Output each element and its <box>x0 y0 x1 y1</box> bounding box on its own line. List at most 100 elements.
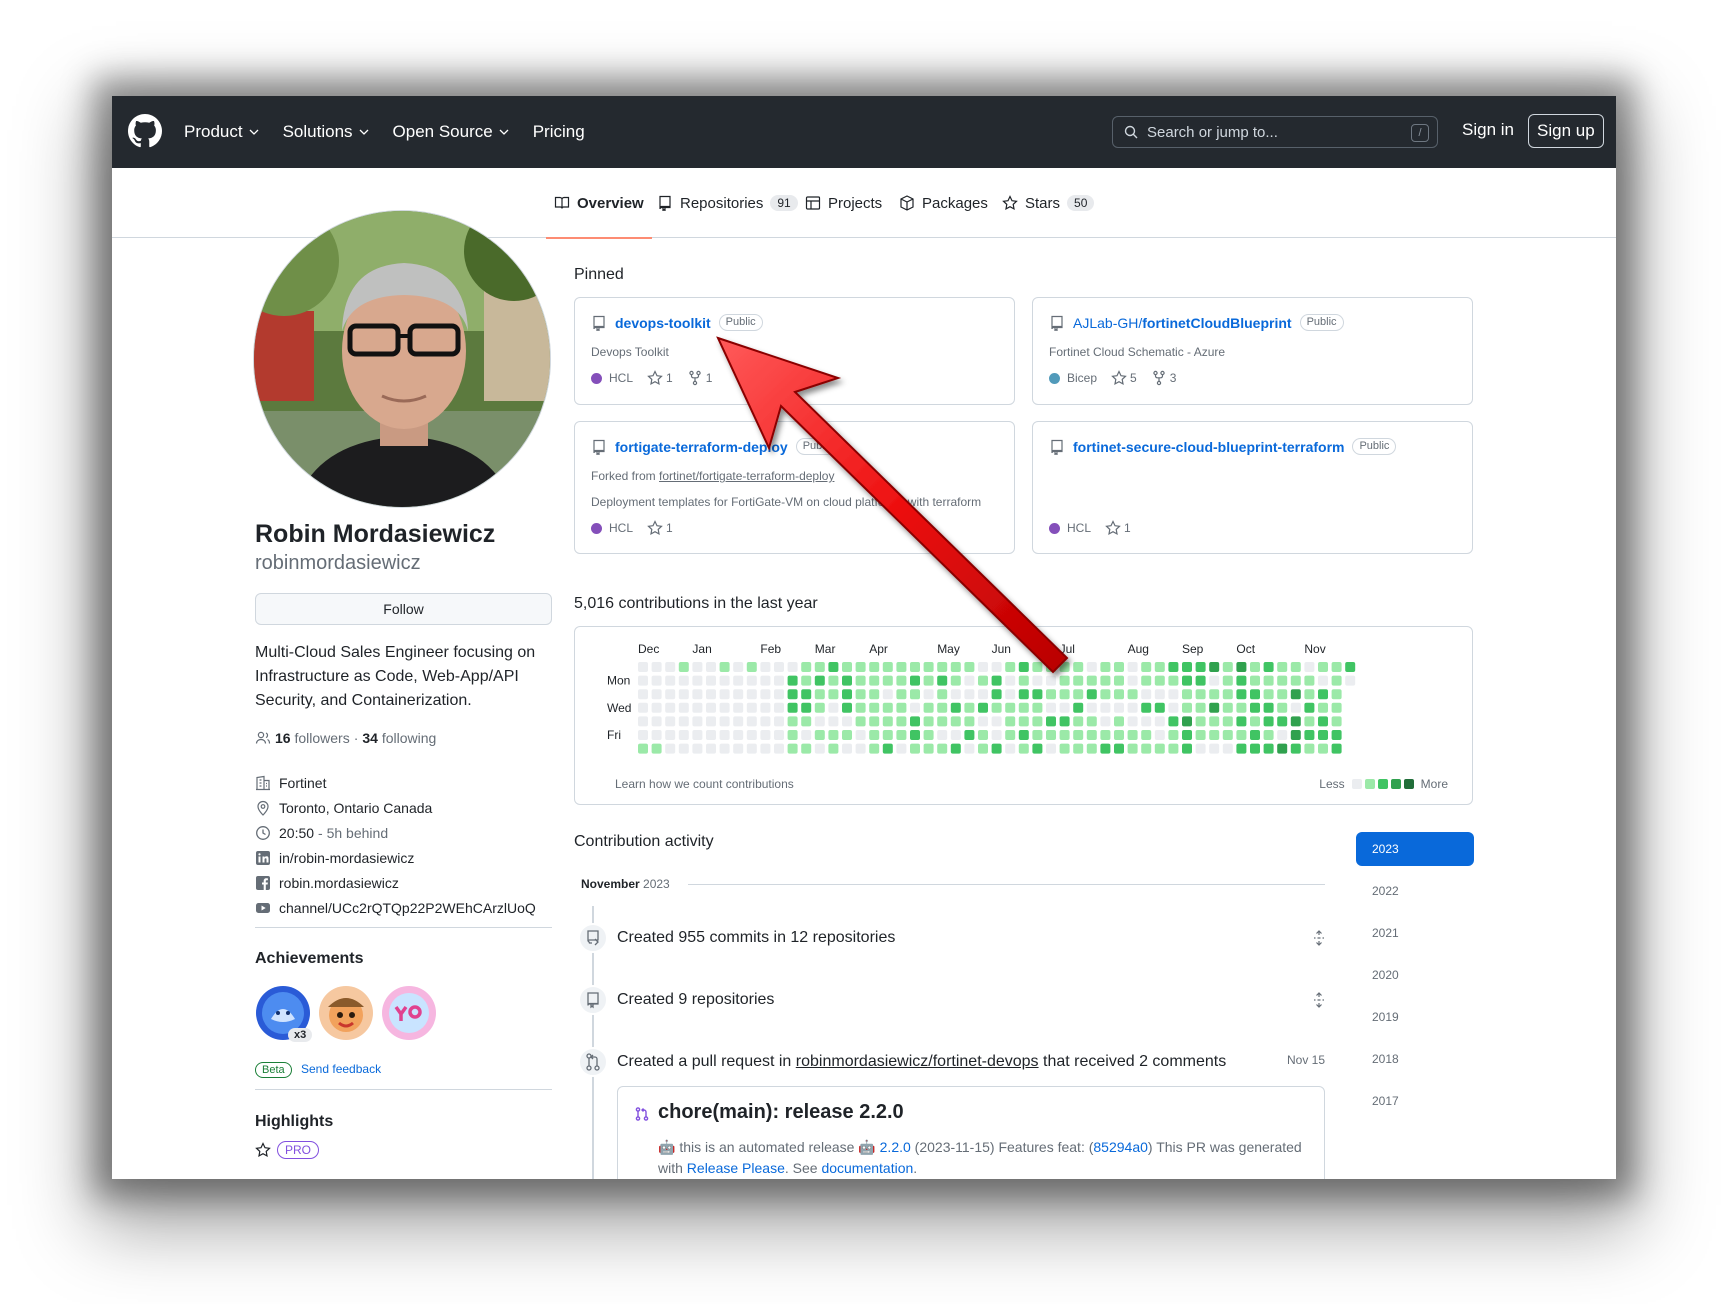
contribution-day-cell[interactable] <box>828 743 839 754</box>
contribution-day-cell[interactable] <box>1114 743 1124 754</box>
contribution-day-cell[interactable] <box>937 689 948 700</box>
github-logo-icon[interactable] <box>128 114 162 148</box>
contribution-day-cell[interactable] <box>1182 662 1192 672</box>
contribution-day-cell[interactable] <box>882 675 893 686</box>
contribution-day-cell[interactable] <box>1277 675 1288 686</box>
contribution-day-cell[interactable] <box>1331 743 1342 754</box>
contribution-day-cell[interactable] <box>746 730 757 740</box>
contribution-day-cell[interactable] <box>1222 662 1233 672</box>
contribution-day-cell[interactable] <box>964 743 975 754</box>
contribution-day-cell[interactable] <box>1182 675 1192 686</box>
contribution-day-cell[interactable] <box>678 730 689 740</box>
contribution-day-cell[interactable] <box>1127 702 1138 713</box>
search-input[interactable]: Search or jump to... / <box>1112 116 1438 148</box>
contribution-day-cell[interactable] <box>896 702 907 713</box>
contribution-day-cell[interactable] <box>1086 716 1097 727</box>
detail-linkedin[interactable]: in/robin-mordasiewicz <box>255 845 555 870</box>
tab-packages[interactable]: Packages <box>899 168 988 238</box>
pr-title-link[interactable]: chore(main): release 2.2.0 <box>658 1101 904 1124</box>
contribution-day-cell[interactable] <box>1168 689 1179 700</box>
contribution-day-cell[interactable] <box>1046 675 1056 686</box>
contribution-day-cell[interactable] <box>923 730 934 740</box>
contribution-day-cell[interactable] <box>774 689 784 700</box>
contribution-day-cell[interactable] <box>774 730 784 740</box>
contribution-day-cell[interactable] <box>855 716 866 727</box>
contribution-day-cell[interactable] <box>950 730 961 740</box>
contribution-day-cell[interactable] <box>937 716 948 727</box>
contribution-day-cell[interactable] <box>665 662 676 672</box>
contribution-day-cell[interactable] <box>869 675 880 686</box>
contribution-day-cell[interactable] <box>638 716 648 727</box>
contribution-day-cell[interactable] <box>1277 662 1288 672</box>
contribution-day-cell[interactable] <box>787 689 798 700</box>
contribution-day-cell[interactable] <box>964 716 975 727</box>
contribution-day-cell[interactable] <box>678 702 689 713</box>
contribution-day-cell[interactable] <box>1154 662 1165 672</box>
expand-icon[interactable] <box>1311 992 1327 1008</box>
starstruck-achievement-icon[interactable] <box>318 985 374 1041</box>
contribution-day-cell[interactable] <box>1046 743 1056 754</box>
contribution-day-cell[interactable] <box>1168 662 1179 672</box>
contribution-day-cell[interactable] <box>923 675 934 686</box>
contribution-day-cell[interactable] <box>665 730 676 740</box>
nav-solutions[interactable]: Solutions <box>283 122 369 142</box>
forked-from-link[interactable]: fortinet/fortigate-terraform-deploy <box>659 469 834 483</box>
expand-icon[interactable] <box>1311 930 1327 946</box>
contribution-day-cell[interactable] <box>1195 702 1206 713</box>
contribution-day-cell[interactable] <box>760 716 771 727</box>
contribution-day-cell[interactable] <box>1195 716 1206 727</box>
contribution-day-cell[interactable] <box>1168 716 1179 727</box>
contribution-day-cell[interactable] <box>1059 689 1070 700</box>
contribution-day-cell[interactable] <box>665 702 676 713</box>
contribution-day-cell[interactable] <box>1277 716 1288 727</box>
followers-link[interactable]: 16 followers <box>275 730 350 746</box>
contribution-day-cell[interactable] <box>1127 662 1138 672</box>
contribution-day-cell[interactable] <box>1018 716 1029 727</box>
repo-stars[interactable]: 1 <box>647 370 673 386</box>
contribution-day-cell[interactable] <box>855 702 866 713</box>
contribution-day-cell[interactable] <box>787 675 798 686</box>
contribution-day-cell[interactable] <box>1277 730 1288 740</box>
contribution-day-cell[interactable] <box>801 743 812 754</box>
contribution-day-cell[interactable] <box>869 730 880 740</box>
year-button[interactable]: 2017 <box>1356 1084 1474 1126</box>
contribution-day-cell[interactable] <box>1318 743 1328 754</box>
contribution-day-cell[interactable] <box>1250 689 1260 700</box>
contribution-day-cell[interactable] <box>869 689 880 700</box>
contribution-day-cell[interactable] <box>910 743 920 754</box>
contribution-day-cell[interactable] <box>937 662 948 672</box>
learn-contributions-link[interactable]: Learn how we count contributions <box>615 777 794 791</box>
contribution-day-cell[interactable] <box>733 716 744 727</box>
contribution-day-cell[interactable] <box>774 662 784 672</box>
contribution-day-cell[interactable] <box>1318 716 1328 727</box>
contribution-day-cell[interactable] <box>1290 675 1301 686</box>
documentation-link[interactable]: documentation <box>821 1160 913 1176</box>
contribution-day-cell[interactable] <box>978 662 988 672</box>
contribution-day-cell[interactable] <box>746 716 757 727</box>
contribution-day-cell[interactable] <box>1168 730 1179 740</box>
contribution-day-cell[interactable] <box>787 730 798 740</box>
contribution-day-cell[interactable] <box>1209 662 1220 672</box>
contribution-day-cell[interactable] <box>991 716 1002 727</box>
contribution-day-cell[interactable] <box>1222 675 1233 686</box>
contribution-day-cell[interactable] <box>991 730 1002 740</box>
contribution-day-cell[interactable] <box>787 662 798 672</box>
contribution-day-cell[interactable] <box>1222 730 1233 740</box>
contribution-day-cell[interactable] <box>1114 716 1124 727</box>
contribution-day-cell[interactable] <box>842 675 852 686</box>
contribution-day-cell[interactable] <box>1182 743 1192 754</box>
contribution-day-cell[interactable] <box>706 689 716 700</box>
contribution-day-cell[interactable] <box>869 716 880 727</box>
contribution-day-cell[interactable] <box>1032 702 1043 713</box>
contribution-day-cell[interactable] <box>978 689 988 700</box>
contribution-day-cell[interactable] <box>828 716 839 727</box>
contribution-day-cell[interactable] <box>882 716 893 727</box>
contribution-day-cell[interactable] <box>1018 730 1029 740</box>
contribution-day-cell[interactable] <box>1277 689 1288 700</box>
contribution-day-cell[interactable] <box>1318 702 1328 713</box>
contribution-day-cell[interactable] <box>896 689 907 700</box>
contribution-day-cell[interactable] <box>665 675 676 686</box>
contribution-day-cell[interactable] <box>1141 730 1152 740</box>
contribution-day-cell[interactable] <box>842 662 852 672</box>
contribution-day-cell[interactable] <box>950 702 961 713</box>
